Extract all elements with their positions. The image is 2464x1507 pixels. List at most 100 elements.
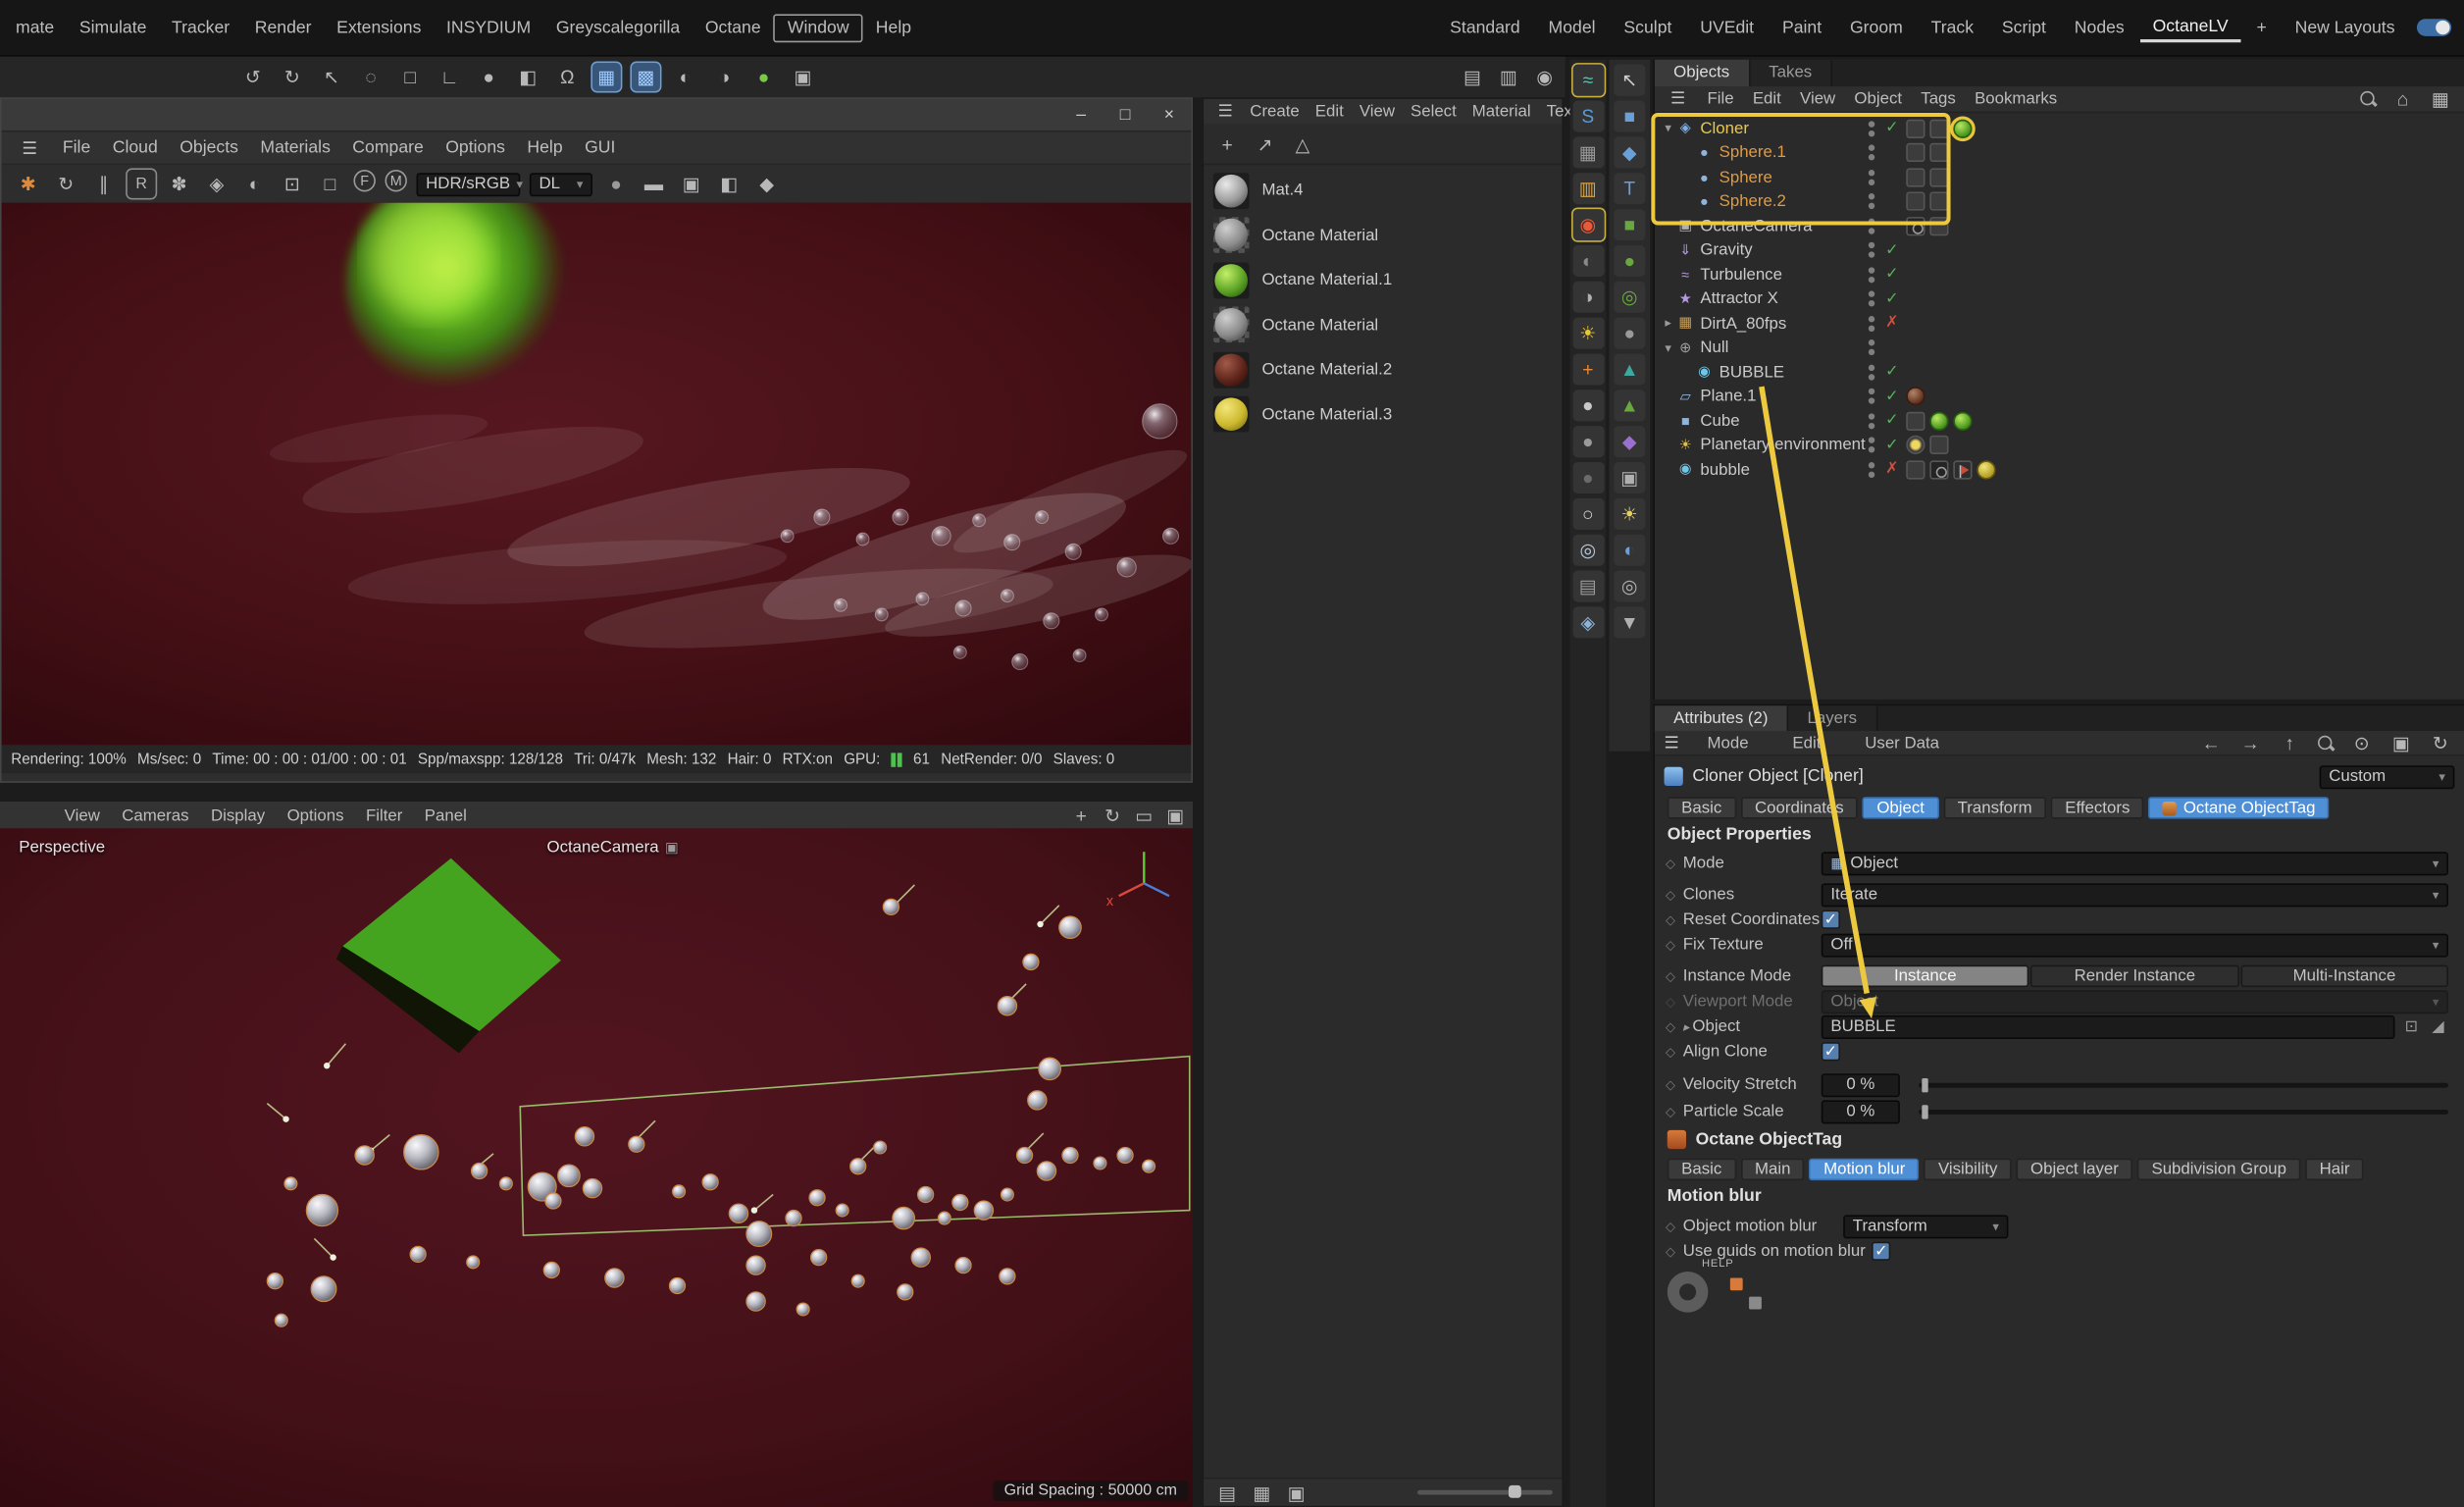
sphere-white-icon[interactable]: ● (1572, 390, 1604, 421)
tag-cam-tag[interactable] (1906, 217, 1925, 235)
lv-menu-file[interactable]: File (52, 136, 102, 158)
object-row-sphere-1[interactable]: ●Sphere.1 (1661, 140, 2464, 165)
select-icon[interactable]: ↖ (318, 63, 346, 91)
render-view[interactable] (2, 203, 1192, 746)
particle-scale-field[interactable]: 0 % (1822, 1100, 1900, 1123)
nav-up-icon[interactable]: ↑ (2276, 729, 2304, 757)
bubble-preset-icon[interactable]: ◎ (1572, 535, 1604, 566)
large-view-icon[interactable]: ▣ (1282, 1479, 1310, 1507)
search-icon[interactable] (2357, 88, 2379, 110)
object-row-turbulence[interactable]: ≈Turbulence✓ (1661, 263, 2464, 287)
tex-green-tag[interactable] (1929, 411, 1948, 430)
object-row-gravity[interactable]: ⇓Gravity✓ (1661, 238, 2464, 263)
anim-dot[interactable]: ◇ (1665, 1219, 1677, 1232)
instance-mode-option-multi-instance[interactable]: Multi-Instance (2240, 965, 2448, 987)
clay-mode-icon[interactable]: ◐ (240, 170, 269, 198)
select-tool-icon[interactable]: ↖ (1614, 65, 1645, 96)
xparticles-icon[interactable]: ≈ (1572, 65, 1604, 96)
camera-toggle-icon[interactable]: ▣ (665, 839, 679, 857)
layout-script[interactable]: Script (1989, 15, 2059, 40)
octane-restart-icon[interactable]: ✱ (14, 170, 42, 198)
object-row-bubble[interactable]: ◉bubble✗ (1661, 457, 2464, 482)
material-item-octane-material-3-5[interactable]: Octane Material.3 (1204, 392, 1562, 438)
layout-standard[interactable]: Standard (1437, 15, 1532, 40)
landscape-icon[interactable]: ▲ (1614, 390, 1645, 421)
slider-handle[interactable] (1922, 1077, 1927, 1091)
tab-transform[interactable]: Transform (1943, 797, 2046, 818)
visibility-dots[interactable] (1869, 145, 1878, 161)
instance-mode-option-render-instance[interactable]: Render Instance (2030, 965, 2238, 987)
tab-attributes-2[interactable]: Attributes (2) (1655, 705, 1788, 732)
lv-menu-objects[interactable]: Objects (169, 136, 249, 158)
pin-icon[interactable]: ⊙ (2347, 729, 2376, 757)
velocity-stretch-slider[interactable] (1919, 1082, 2448, 1087)
viewport-menu-filter[interactable]: Filter (355, 805, 414, 824)
om-menu-tags[interactable]: Tags (1912, 89, 1966, 108)
visibility-dots[interactable] (1869, 121, 1878, 136)
thumbnail-size-slider[interactable] (1417, 1490, 1553, 1495)
rect-select-icon[interactable]: □ (396, 63, 425, 91)
menu-simulate[interactable]: Simulate (67, 15, 159, 40)
viewport-menu-cameras[interactable]: Cameras (111, 805, 200, 824)
tag-tag[interactable] (1906, 460, 1925, 479)
anim-dot[interactable]: ◇ (1665, 887, 1677, 901)
axis-icon[interactable]: ∟ (436, 63, 464, 91)
filter-home-icon[interactable]: ⌂ (2388, 85, 2417, 114)
anim-dot[interactable]: ◇ (1665, 1244, 1677, 1258)
close-button[interactable]: × (1147, 99, 1191, 130)
particle-scale-slider[interactable] (1919, 1109, 2448, 1114)
shade-b-icon[interactable]: ◑ (710, 63, 739, 91)
visibility-dots[interactable] (1869, 316, 1878, 332)
anim-dot[interactable]: ◇ (1665, 1104, 1677, 1117)
enabled-check-icon[interactable]: ✓ (1882, 437, 1901, 454)
menu-render[interactable]: Render (242, 15, 324, 40)
layout-groom[interactable]: Groom (1837, 15, 1916, 40)
tag-tag[interactable] (1906, 143, 1925, 162)
tex-green-tag[interactable] (1953, 411, 1972, 430)
menu-greyscalegorilla[interactable]: Greyscalegorilla (543, 15, 693, 40)
disabled-x-icon[interactable]: ✗ (1882, 315, 1901, 333)
tag-tag[interactable] (1906, 168, 1925, 186)
render-mode-dropdown[interactable]: DL ▾ (530, 172, 592, 195)
octane-logo-icon[interactable] (1668, 1272, 1709, 1313)
visibility-dots[interactable] (1869, 413, 1878, 429)
load-material-icon[interactable]: ↗ (1251, 130, 1279, 158)
sculpt-tool-icon[interactable]: ▼ (1614, 606, 1645, 638)
lock-tool-icon[interactable]: ▣ (789, 63, 817, 91)
layout-octanelv[interactable]: OctaneLV (2140, 14, 2241, 42)
menu-tracker[interactable]: Tracker (159, 15, 242, 40)
tag-tag[interactable] (1906, 411, 1925, 430)
enabled-check-icon[interactable]: ✓ (1882, 266, 1901, 284)
wrench-icon[interactable]: + (1572, 353, 1604, 385)
pick-object-icon[interactable]: ⊡ (2401, 1017, 2422, 1035)
camera-tool-icon[interactable]: ▣ (1614, 462, 1645, 494)
lv-menu-compare[interactable]: Compare (341, 136, 435, 158)
eyedropper-icon[interactable]: ◢ (2428, 1017, 2448, 1035)
pause-render-icon[interactable]: ∥ (89, 170, 118, 198)
om-menu-bookmarks[interactable]: Bookmarks (1965, 89, 2066, 108)
menu-mate[interactable]: mate (3, 15, 67, 40)
add-material-icon[interactable]: + (1213, 130, 1242, 158)
mograph-cloner-icon[interactable]: ■ (1614, 209, 1645, 240)
material-item-octane-material-1-2[interactable]: Octane Material.1 (1204, 258, 1562, 303)
layout-new-layouts[interactable]: New Layouts (2283, 15, 2408, 40)
visibility-dots[interactable] (1869, 364, 1878, 380)
visibility-dots[interactable] (1869, 193, 1878, 209)
layout-grid-icon[interactable]: ▦ (2427, 85, 2455, 114)
object-row-cube[interactable]: ■Cube✓ (1661, 409, 2464, 434)
render-region-icon[interactable]: ⊡ (279, 170, 307, 198)
anim-dot[interactable]: ◇ (1665, 1077, 1677, 1091)
tag-cam-tag[interactable] (1929, 460, 1948, 479)
effector-icon[interactable]: ● (1614, 245, 1645, 277)
expand-arrow-icon[interactable]: ▾ (1661, 340, 1674, 354)
tex-brown-tag[interactable] (1906, 388, 1925, 406)
enabled-check-icon[interactable]: ✓ (1882, 412, 1901, 430)
sphere-outline-icon[interactable]: ○ (1572, 498, 1604, 530)
visibility-dots[interactable] (1869, 339, 1878, 355)
tex-yellow-tag[interactable] (1976, 460, 1995, 479)
om-menu-file[interactable]: File (1698, 89, 1743, 108)
menu-insydium[interactable]: INSYDIUM (434, 15, 543, 40)
hamburger-icon[interactable]: ☰ (11, 136, 48, 160)
object-row-dirta-80fps[interactable]: ▸▦DirtA_80fps✗ (1661, 311, 2464, 336)
menu-extensions[interactable]: Extensions (324, 15, 434, 40)
